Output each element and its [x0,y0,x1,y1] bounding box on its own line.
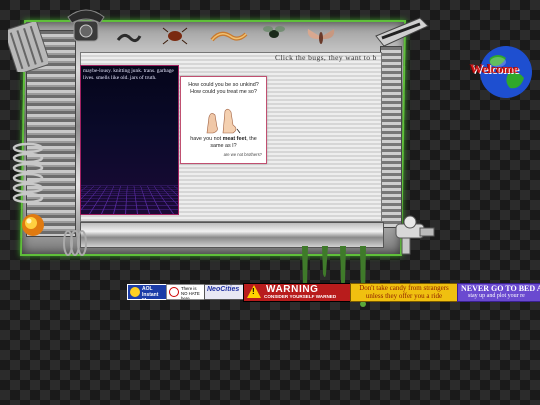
candy-badge[interactable]: Don't take candy from strangers unless t… [350,283,458,302]
fly-icon[interactable] [262,24,286,42]
frame-text: maybe-lousy. knitting junk. trans. garba… [83,68,174,81]
welcome-text: Welcome [470,61,519,76]
bed-line-2: stay up and plot your re [468,293,525,299]
no-hate-badge[interactable]: There is NO HATE here [166,284,205,300]
spring-icon [12,142,44,204]
candy-label: Don't take candy from strangers unless t… [359,284,449,300]
warning-subtitle: CONSIDER YOURSELF WARNED [264,294,337,299]
feet-question: How could you be so unkind? How could yo… [188,82,259,95]
bed-badge[interactable]: NEVER GO TO BED A stay up and plot your … [457,283,540,302]
fire-orb-icon[interactable] [20,212,46,238]
cockroach-icon[interactable] [162,26,188,46]
moth-icon[interactable] [306,26,336,48]
radiator-icon [8,22,48,72]
feet-answer-bold: meat feet [222,136,247,142]
prohibited-icon [169,287,179,297]
stapler-icon [375,17,429,47]
warning-badge[interactable]: ! WARNING CONSIDER YOURSELF WARNED [243,283,351,302]
spring-icon [63,230,87,256]
feet-answer-pre: have you not [190,136,223,142]
perspective-grid [81,185,178,214]
text-frame-panel[interactable]: maybe-lousy. knitting junk. trans. garba… [80,65,179,215]
frame-bottom-bar [80,222,384,248]
neocities-badge[interactable]: NeoCities [204,284,244,300]
bed-line-1: NEVER GO TO BED A [461,284,540,293]
telephone-icon [67,9,105,42]
faucet-icon [395,215,435,255]
feet-note: are we not brothers? [223,152,262,157]
feet-answer: have you not meat feet, the same as I? [185,136,262,150]
aol-badge-label: AOL Instant Messenger [142,286,166,299]
feet-illustration [206,108,241,134]
bug-icon[interactable] [210,28,248,46]
no-hate-label: There is NO HATE here [181,286,200,300]
worm-icon[interactable] [116,32,142,44]
neocities-label: NeoCities [207,286,240,293]
frame-right-strip [380,46,402,228]
bug-instruction-text: Click the bugs, they want to b [275,53,377,62]
aol-badge[interactable]: AOL Instant Messenger [127,284,167,300]
aol-running-man-icon [130,287,140,297]
exclamation-icon: ! [252,287,255,296]
feet-card: How could you be so unkind? How could yo… [180,76,267,164]
goo-drip-icon [302,246,366,307]
